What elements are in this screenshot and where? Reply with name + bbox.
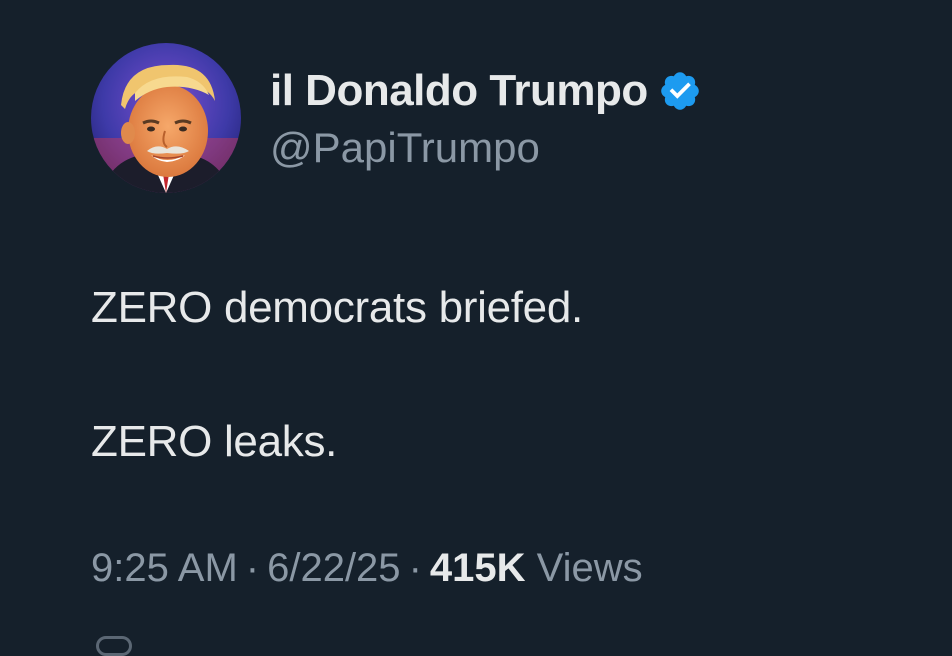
tweet-time: 9:25 AM — [91, 546, 238, 590]
tweet-card: il Donaldo Trumpo @PapiTrumpo ZERO democ… — [0, 0, 952, 656]
author-block: il Donaldo Trumpo @PapiTrumpo — [270, 64, 702, 174]
verified-badge-icon[interactable] — [658, 69, 702, 113]
author-display-name[interactable]: il Donaldo Trumpo — [270, 64, 648, 118]
views-count: 415K — [429, 546, 526, 590]
tweet-date: 6/22/25 — [267, 546, 401, 590]
author-name-row: il Donaldo Trumpo — [270, 64, 702, 118]
profile-photo — [91, 43, 241, 193]
tweet-text-line: ZERO leaks. — [91, 417, 338, 466]
profile-avatar[interactable] — [91, 43, 241, 193]
views-label: Views — [536, 546, 643, 590]
tweet-metadata: 9:25 AM · 6/22/25 · 415K Views — [91, 540, 643, 596]
separator-dot: · — [408, 546, 422, 590]
tweet-text-line: ZERO democrats briefed. — [91, 283, 583, 332]
author-handle[interactable]: @PapiTrumpo — [270, 122, 702, 174]
tweet-body: ZERO democrats briefed. ZERO leaks. — [91, 280, 911, 470]
action-bar-icon[interactable] — [96, 636, 132, 656]
tweet-timestamp[interactable]: 9:25 AM · 6/22/25 — [91, 546, 401, 590]
separator-dot: · — [245, 546, 260, 590]
views-link[interactable]: 415K Views — [430, 546, 643, 590]
